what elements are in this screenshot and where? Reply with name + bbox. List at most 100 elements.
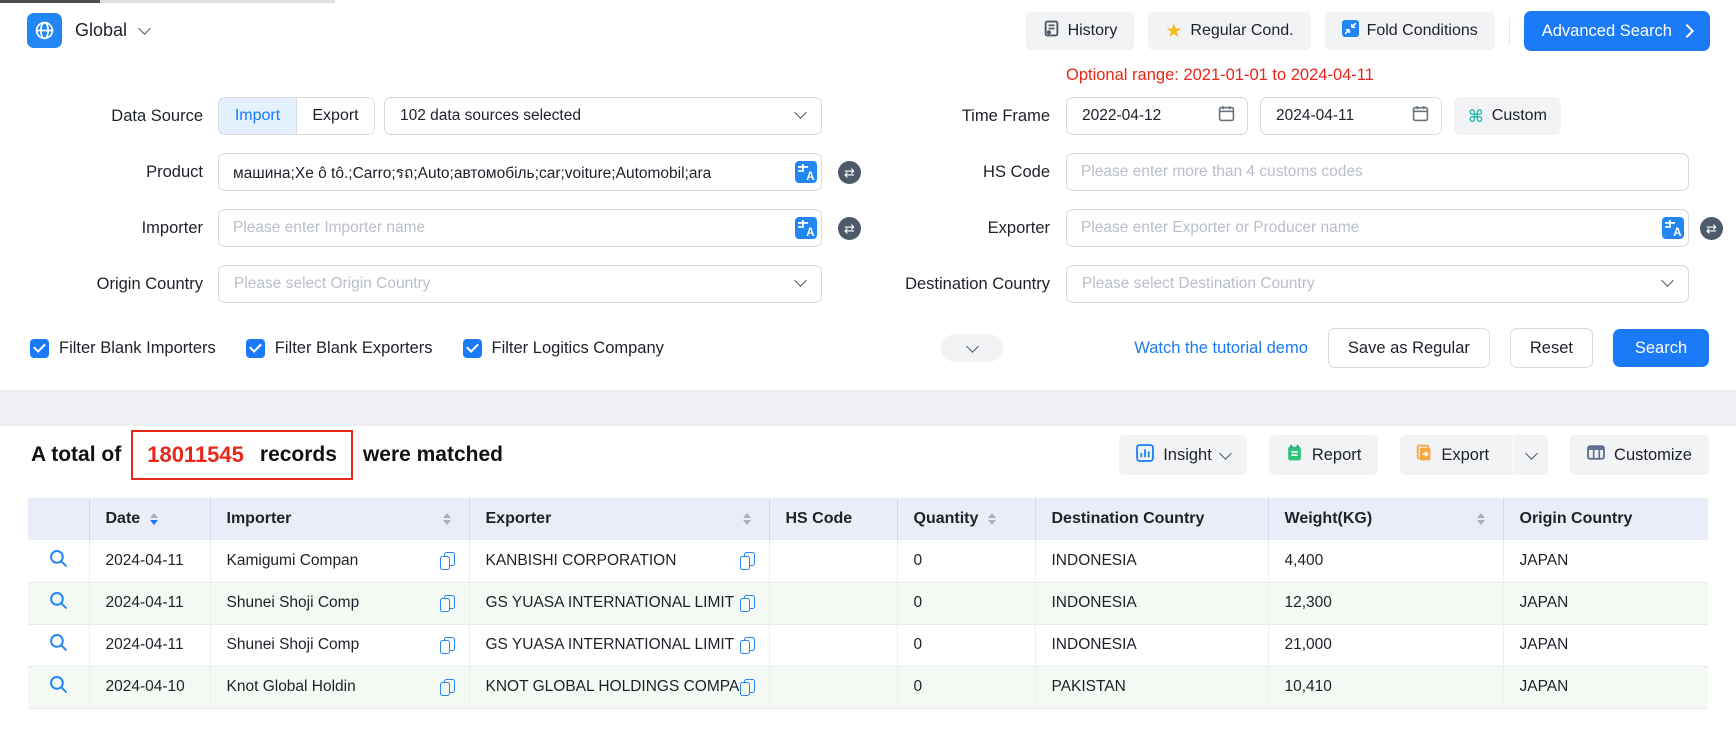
cell-origin-country: JAPAN xyxy=(1503,540,1708,582)
tab-import[interactable]: Import xyxy=(219,98,296,134)
cell-quantity: 0 xyxy=(897,540,1035,582)
row-search-icon[interactable] xyxy=(48,590,69,611)
optional-range-text: Optional range: 2021-01-01 to 2024-04-11 xyxy=(1066,66,1374,85)
cell-search xyxy=(28,666,89,708)
region-label: Global xyxy=(75,20,127,41)
region-selector[interactable]: Global xyxy=(27,13,149,48)
history-button[interactable]: History xyxy=(1026,12,1135,50)
translate-icon[interactable] xyxy=(1662,217,1684,239)
insight-icon xyxy=(1136,444,1154,467)
exporter-input[interactable] xyxy=(1066,209,1689,247)
cell-date: 2024-04-11 xyxy=(89,540,210,582)
copy-icon[interactable] xyxy=(740,679,755,696)
insight-label: Insight xyxy=(1163,446,1212,465)
row-search-icon[interactable] xyxy=(48,632,69,653)
header-label: Weight(KG) xyxy=(1285,510,1373,528)
row-search-icon[interactable] xyxy=(48,674,69,695)
copy-icon[interactable] xyxy=(740,552,755,569)
search-button[interactable]: Search xyxy=(1613,329,1709,367)
report-button[interactable]: Report xyxy=(1269,435,1379,475)
collapse-conditions-pill[interactable] xyxy=(941,334,1003,362)
regular-cond-button[interactable]: ★ Regular Cond. xyxy=(1148,12,1310,50)
divider xyxy=(1509,18,1510,44)
cell-weight-kg: 12,300 xyxy=(1268,582,1503,624)
command-icon: ⌘ xyxy=(1468,108,1484,125)
copy-icon[interactable] xyxy=(440,552,455,569)
reset-button[interactable]: Reset xyxy=(1510,328,1593,368)
origin-country-select[interactable]: Please select Origin Country xyxy=(218,265,822,303)
checkbox-filter-logitics-company[interactable]: Filter Logitics Company xyxy=(463,339,664,358)
row-search-icon[interactable] xyxy=(48,548,69,569)
cell-quantity: 0 xyxy=(897,666,1035,708)
app-window: Global History ★ Regular Cond. Fold Cond… xyxy=(0,0,1736,739)
report-icon xyxy=(1286,444,1303,467)
advanced-search-button[interactable]: Advanced Search xyxy=(1524,11,1710,51)
destination-country-select[interactable]: Please select Destination Country xyxy=(1066,265,1689,303)
copy-icon[interactable] xyxy=(440,637,455,654)
header-importer[interactable]: Importer xyxy=(210,498,469,540)
copy-icon[interactable] xyxy=(440,679,455,696)
checkbox-label: Filter Logitics Company xyxy=(492,339,664,358)
header-date[interactable]: Date xyxy=(89,498,210,540)
copy-icon[interactable] xyxy=(740,595,755,612)
cell-search xyxy=(28,540,89,582)
data-sources-select[interactable]: 102 data sources selected xyxy=(384,97,822,135)
calendar-icon xyxy=(1412,105,1429,127)
end-date-input[interactable]: 2024-04-11 xyxy=(1260,97,1442,135)
table-row: 2024-04-10Knot Global HoldinKNOT GLOBAL … xyxy=(28,666,1708,708)
header-exporter[interactable]: Exporter xyxy=(469,498,769,540)
tab-export[interactable]: Export xyxy=(296,98,374,134)
sort-icon[interactable] xyxy=(743,513,751,526)
header-quantity[interactable]: Quantity xyxy=(897,498,1035,540)
section-divider-band xyxy=(0,390,1736,426)
header-label: Date xyxy=(106,510,141,528)
product-label: Product xyxy=(0,153,203,191)
calendar-icon xyxy=(1218,105,1235,127)
cell-destination-country: INDONESIA xyxy=(1035,582,1268,624)
table-header-row: Date Importer Exporter HS Code xyxy=(28,498,1708,540)
sort-icon[interactable] xyxy=(1477,513,1485,526)
tutorial-demo-link[interactable]: Watch the tutorial demo xyxy=(1134,339,1308,358)
history-label: History xyxy=(1068,22,1118,40)
header-hs-code: HS Code xyxy=(769,498,897,540)
copy-icon[interactable] xyxy=(740,637,755,654)
custom-range-button[interactable]: ⌘ Custom xyxy=(1454,97,1561,135)
sort-icon[interactable] xyxy=(988,513,996,526)
expand-search-icon[interactable]: ⇄ xyxy=(1700,217,1723,240)
hs-code-input[interactable] xyxy=(1066,153,1689,191)
importer-input[interactable] xyxy=(218,209,822,247)
cell-weight-kg: 21,000 xyxy=(1268,624,1503,666)
product-input[interactable] xyxy=(218,153,822,191)
export-button[interactable]: Export xyxy=(1400,435,1504,475)
records-word: records xyxy=(260,443,337,467)
cell-date: 2024-04-11 xyxy=(89,582,210,624)
save-as-regular-button[interactable]: Save as Regular xyxy=(1328,328,1490,368)
export-dropdown-button[interactable] xyxy=(1513,435,1548,475)
cell-date: 2024-04-11 xyxy=(89,624,210,666)
checkbox-filter-blank-exporters[interactable]: Filter Blank Exporters xyxy=(246,339,433,358)
record-count: 18011545 xyxy=(147,442,244,468)
cell-hs-code xyxy=(769,582,897,624)
cell-quantity: 0 xyxy=(897,582,1035,624)
chevron-right-icon xyxy=(1680,24,1694,38)
start-date-input[interactable]: 2022-04-12 xyxy=(1066,97,1248,135)
customize-button[interactable]: Customize xyxy=(1570,435,1709,475)
header-origin-country: Origin Country xyxy=(1503,498,1708,540)
custom-label: Custom xyxy=(1492,107,1547,125)
checkbox-filter-blank-importers[interactable]: Filter Blank Importers xyxy=(30,339,216,358)
cell-date: 2024-04-10 xyxy=(89,666,210,708)
copy-icon[interactable] xyxy=(440,595,455,612)
exporter-label: Exporter xyxy=(800,209,1050,247)
header-label: HS Code xyxy=(786,510,853,528)
cell-origin-country: JAPAN xyxy=(1503,624,1708,666)
results-headline: A total of 18011545 records were matched xyxy=(31,432,503,478)
sort-icon[interactable] xyxy=(443,513,451,526)
header-weight-kg[interactable]: Weight(KG) xyxy=(1268,498,1503,540)
sort-icon[interactable] xyxy=(150,513,158,526)
insight-button[interactable]: Insight xyxy=(1119,435,1247,475)
cell-importer: Shunei Shoji Comp xyxy=(210,582,469,624)
cell-destination-country: INDONESIA xyxy=(1035,540,1268,582)
cell-weight-kg: 4,400 xyxy=(1268,540,1503,582)
history-icon xyxy=(1043,20,1060,42)
fold-conditions-button[interactable]: Fold Conditions xyxy=(1325,12,1495,50)
